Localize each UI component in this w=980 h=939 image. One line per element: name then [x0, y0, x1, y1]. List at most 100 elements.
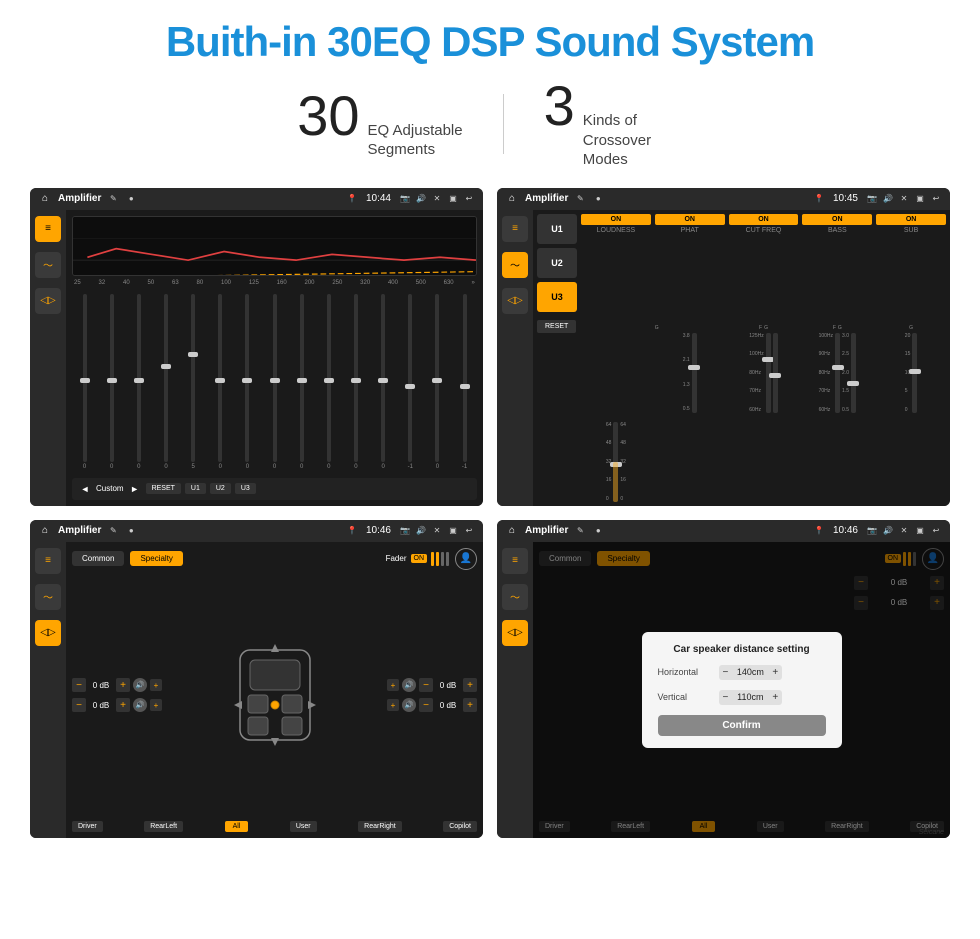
eq-slider-2[interactable]: 0: [126, 294, 151, 470]
preset-u1[interactable]: U1: [537, 214, 577, 244]
speaker-bottom-btns: Driver RearLeft All User RearRight Copil…: [72, 821, 477, 832]
eq-prev-btn[interactable]: ◄: [78, 482, 92, 496]
eq-slider-0[interactable]: 0: [72, 294, 97, 470]
eq-slider-14[interactable]: -1: [452, 294, 477, 470]
ch-track-phat[interactable]: [692, 333, 697, 413]
sb4-wave-btn[interactable]: 〜: [502, 584, 528, 610]
sb3-wave-btn[interactable]: 〜: [35, 584, 61, 610]
sub-20: 20: [905, 333, 911, 339]
dialog-v-minus[interactable]: −: [723, 692, 729, 703]
sidebar-wave-btn[interactable]: 〜: [35, 252, 61, 278]
vol-val-rt: 0 dB: [436, 681, 460, 690]
eq-custom-label: Custom: [96, 484, 124, 493]
vol-plus-lb[interactable]: +: [116, 698, 130, 712]
eq-slider-8[interactable]: 0: [289, 294, 314, 470]
left-sidebar-2: ≡ 〜 ◁▷: [497, 210, 533, 506]
eq-track-12: [408, 294, 412, 462]
home-icon-3[interactable]: ⌂: [38, 524, 52, 538]
ch-track-sub[interactable]: [912, 333, 917, 413]
back-icon-4[interactable]: ↩: [930, 525, 942, 537]
eq-u3-btn[interactable]: U3: [235, 483, 256, 494]
eq-reset-btn[interactable]: RESET: [146, 483, 181, 494]
ch-on-bass[interactable]: ON: [802, 214, 872, 225]
eq-u2-btn[interactable]: U2: [210, 483, 231, 494]
freq-80hz: 80Hz: [749, 370, 763, 376]
vol-minus-rb[interactable]: −: [419, 698, 433, 712]
eq-slider-11[interactable]: 0: [371, 294, 396, 470]
fader-on[interactable]: ON: [411, 554, 428, 563]
user-btn[interactable]: User: [290, 821, 317, 832]
eq-slider-5[interactable]: 0: [208, 294, 233, 470]
pin-icon-1: 📍: [346, 193, 358, 205]
ch-track-cutfreq-g[interactable]: [773, 333, 778, 413]
eq-u1-btn[interactable]: U1: [185, 483, 206, 494]
eq-lbl-1: 32: [99, 280, 106, 286]
dialog-h-minus[interactable]: −: [723, 667, 729, 678]
sb2-wave-btn[interactable]: 〜: [502, 252, 528, 278]
eq-main-area: 25 32 40 50 63 80 100 125 160 200 250 32…: [66, 210, 483, 506]
screen-content-1: ≡ 〜 ◁▷: [30, 210, 483, 506]
ch-track-bass-f[interactable]: [835, 333, 840, 413]
eq-slider-7[interactable]: 0: [262, 294, 287, 470]
home-icon-4[interactable]: ⌂: [505, 524, 519, 538]
bass-g-30: 3.0: [842, 333, 849, 339]
eq-bottom-bar: ◄ Custom ► RESET U1 U2 U3: [72, 478, 477, 500]
ch-on-loudness[interactable]: ON: [581, 214, 651, 225]
eq-slider-3[interactable]: 0: [153, 294, 178, 470]
sb2-eq-btn[interactable]: ≡: [502, 216, 528, 242]
crossover-reset-btn[interactable]: RESET: [537, 320, 576, 333]
back-icon-1[interactable]: ↩: [463, 193, 475, 205]
rearleft-btn[interactable]: RearLeft: [144, 821, 183, 832]
sb2-vol-btn[interactable]: ◁▷: [502, 288, 528, 314]
sb3-eq-btn[interactable]: ≡: [35, 548, 61, 574]
vol-plus-lt[interactable]: +: [116, 678, 130, 692]
all-btn[interactable]: All: [225, 821, 249, 832]
back-icon-3[interactable]: ↩: [463, 525, 475, 537]
specialty-btn[interactable]: Specialty: [130, 551, 182, 566]
copilot-btn[interactable]: Copilot: [443, 821, 477, 832]
driver-btn[interactable]: Driver: [72, 821, 103, 832]
preset-u2[interactable]: U2: [537, 248, 577, 278]
screen-crossover: ⌂ Amplifier ✎ ● 📍 10:45 📷 🔊 ✕ ▣ ↩ ≡ 〜: [497, 188, 950, 506]
eq-next-btn[interactable]: ►: [128, 482, 142, 496]
vol-minus-lt[interactable]: −: [72, 678, 86, 692]
bass-g-25: 2.5: [842, 351, 849, 357]
ch-g-label-phat: G: [655, 325, 659, 331]
common-btn[interactable]: Common: [72, 551, 124, 566]
eq-slider-10[interactable]: 0: [343, 294, 368, 470]
stats-row: 30 EQ AdjustableSegments 3 Kinds ofCross…: [257, 78, 723, 170]
eq-val-3: 0: [164, 464, 167, 470]
eq-slider-6[interactable]: 0: [235, 294, 260, 470]
eq-val-6: 0: [246, 464, 249, 470]
confirm-button[interactable]: Confirm: [658, 715, 826, 736]
ch-track-bass-g[interactable]: [851, 333, 856, 413]
rearright-btn[interactable]: RearRight: [358, 821, 402, 832]
eq-slider-9[interactable]: 0: [316, 294, 341, 470]
dialog-v-plus[interactable]: +: [772, 692, 778, 703]
vol-minus-lb[interactable]: −: [72, 698, 86, 712]
spk-icon-rt: 🔊: [402, 678, 416, 692]
sb4-vol-btn[interactable]: ◁▷: [502, 620, 528, 646]
vol-plus-rt[interactable]: +: [463, 678, 477, 692]
preset-u3[interactable]: U3: [537, 282, 577, 312]
ch-on-sub[interactable]: ON: [876, 214, 946, 225]
back-icon-2[interactable]: ↩: [930, 193, 942, 205]
sidebar-eq-btn[interactable]: ≡: [35, 216, 61, 242]
eq-slider-1[interactable]: 0: [99, 294, 124, 470]
eq-slider-4[interactable]: 5: [181, 294, 206, 470]
sidebar-vol-btn[interactable]: ◁▷: [35, 288, 61, 314]
sb4-eq-btn[interactable]: ≡: [502, 548, 528, 574]
dialog-h-plus[interactable]: +: [772, 667, 778, 678]
eq-thumb-6: [242, 378, 252, 383]
ch-track-loudness[interactable]: [613, 422, 618, 502]
vol-val-lb: 0 dB: [89, 701, 113, 710]
eq-slider-13[interactable]: 0: [425, 294, 450, 470]
home-icon-1[interactable]: ⌂: [38, 192, 52, 206]
ch-on-phat[interactable]: ON: [655, 214, 725, 225]
sb3-vol-btn[interactable]: ◁▷: [35, 620, 61, 646]
home-icon-2[interactable]: ⌂: [505, 192, 519, 206]
vol-minus-rt[interactable]: −: [419, 678, 433, 692]
ch-on-cutfreq[interactable]: ON: [729, 214, 799, 225]
vol-plus-rb[interactable]: +: [463, 698, 477, 712]
eq-slider-12[interactable]: -1: [398, 294, 423, 470]
